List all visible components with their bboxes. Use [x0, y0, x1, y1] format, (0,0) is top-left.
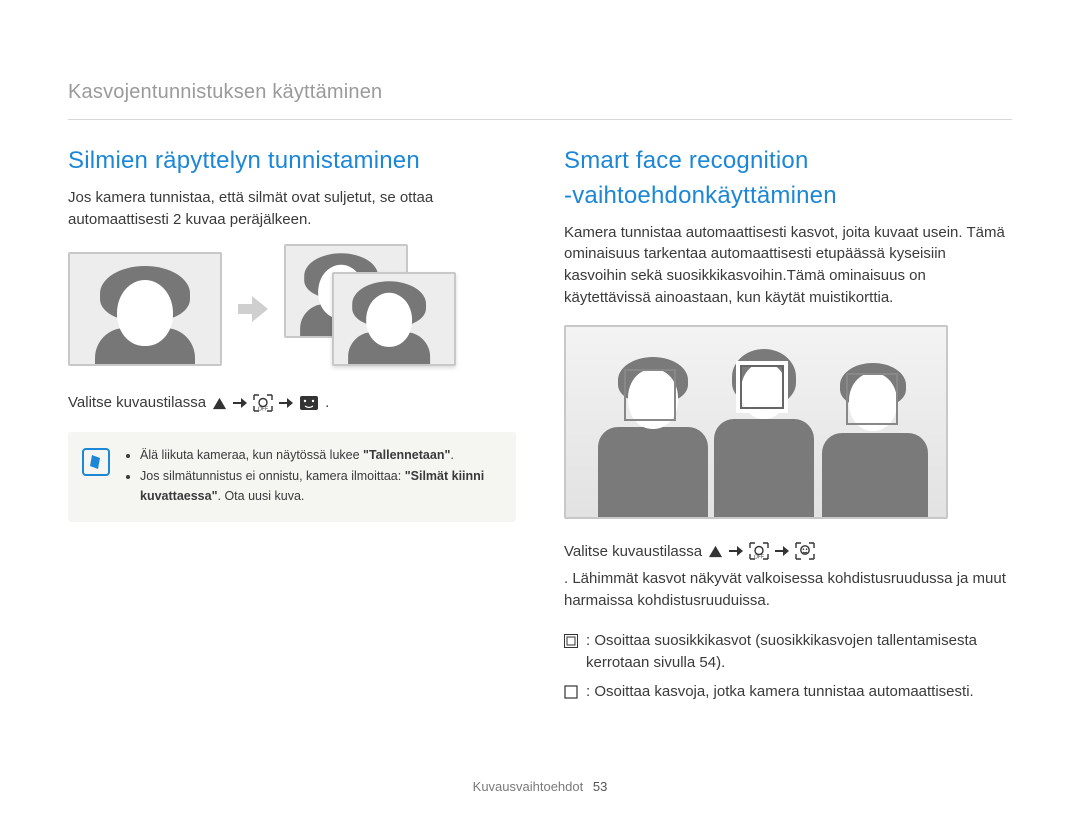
up-triangle-icon: [212, 396, 227, 411]
indicator-bullets: : Osoittaa suosikkikasvot (suosikkikasvo…: [564, 630, 1012, 706]
blink-frame-pair: [284, 244, 484, 374]
face-off-icon: OFF: [749, 542, 769, 560]
note-list: Älä liikuta kameraa, kun näytössä lukee …: [124, 446, 498, 506]
focus-box-grey: [624, 369, 676, 421]
up-triangle-icon: [708, 544, 723, 559]
blink-frame-single: [68, 252, 222, 366]
arrow-icon: [233, 397, 247, 409]
arrow-icon: [775, 545, 789, 557]
smart-face-instruction: Valitse kuvaustilassa OFF . Lähimmät kas…: [564, 541, 1012, 612]
heading-smart-face: Smart face recognition -vaihtoehdonkäytt…: [564, 144, 1012, 214]
period: .: [325, 392, 329, 414]
arrow-icon: [279, 397, 293, 409]
page-footer: Kuvausvaihtoehdot 53: [0, 778, 1080, 797]
arrow-icon: [729, 545, 743, 557]
svg-text:OFF: OFF: [258, 407, 268, 413]
blink-instruction-line: Valitse kuvaustilassa OFF .: [68, 392, 516, 414]
svg-text:OFF: OFF: [754, 555, 764, 561]
instruction-prefix: Valitse kuvaustilassa: [68, 392, 206, 414]
focus-box-white: [736, 361, 788, 413]
single-square-icon: [564, 684, 578, 706]
arrow-right-icon: [236, 294, 270, 324]
left-column: Silmien räpyttelyn tunnistaminen Jos kam…: [68, 144, 540, 714]
footer-section: Kuvausvaihtoehdot: [473, 779, 584, 794]
smart-face-description: Kamera tunnistaa automaattisesti kasvot,…: [564, 222, 1012, 309]
face-off-icon: OFF: [253, 394, 273, 412]
note-item: Älä liikuta kameraa, kun näytössä lukee …: [140, 446, 498, 465]
right-column: Smart face recognition -vaihtoehdonkäytt…: [540, 144, 1012, 714]
blink-mode-icon: [299, 394, 319, 412]
note-icon: [82, 448, 110, 476]
footer-page-number: 53: [593, 779, 607, 794]
focus-box-grey: [846, 373, 898, 425]
smart-face-icon: [795, 542, 815, 560]
group-face-figure: [564, 325, 948, 519]
double-square-icon: [564, 633, 578, 674]
blink-figure: [68, 244, 516, 374]
note-item: Jos silmätunnistus ei onnistu, kamera il…: [140, 467, 498, 506]
bullet-favorite-face: : Osoittaa suosikkikasvot (suosikkikasvo…: [564, 630, 1012, 674]
heading-blink-detection: Silmien räpyttelyn tunnistaminen: [68, 144, 516, 179]
breadcrumb: Kasvojentunnistuksen käyttäminen: [68, 78, 1012, 120]
blink-description: Jos kamera tunnistaa, että silmät ovat s…: [68, 187, 516, 231]
note-box: Älä liikuta kameraa, kun näytössä lukee …: [68, 432, 516, 522]
bullet-auto-face: : Osoittaa kasvoja, jotka kamera tunnist…: [564, 681, 1012, 706]
